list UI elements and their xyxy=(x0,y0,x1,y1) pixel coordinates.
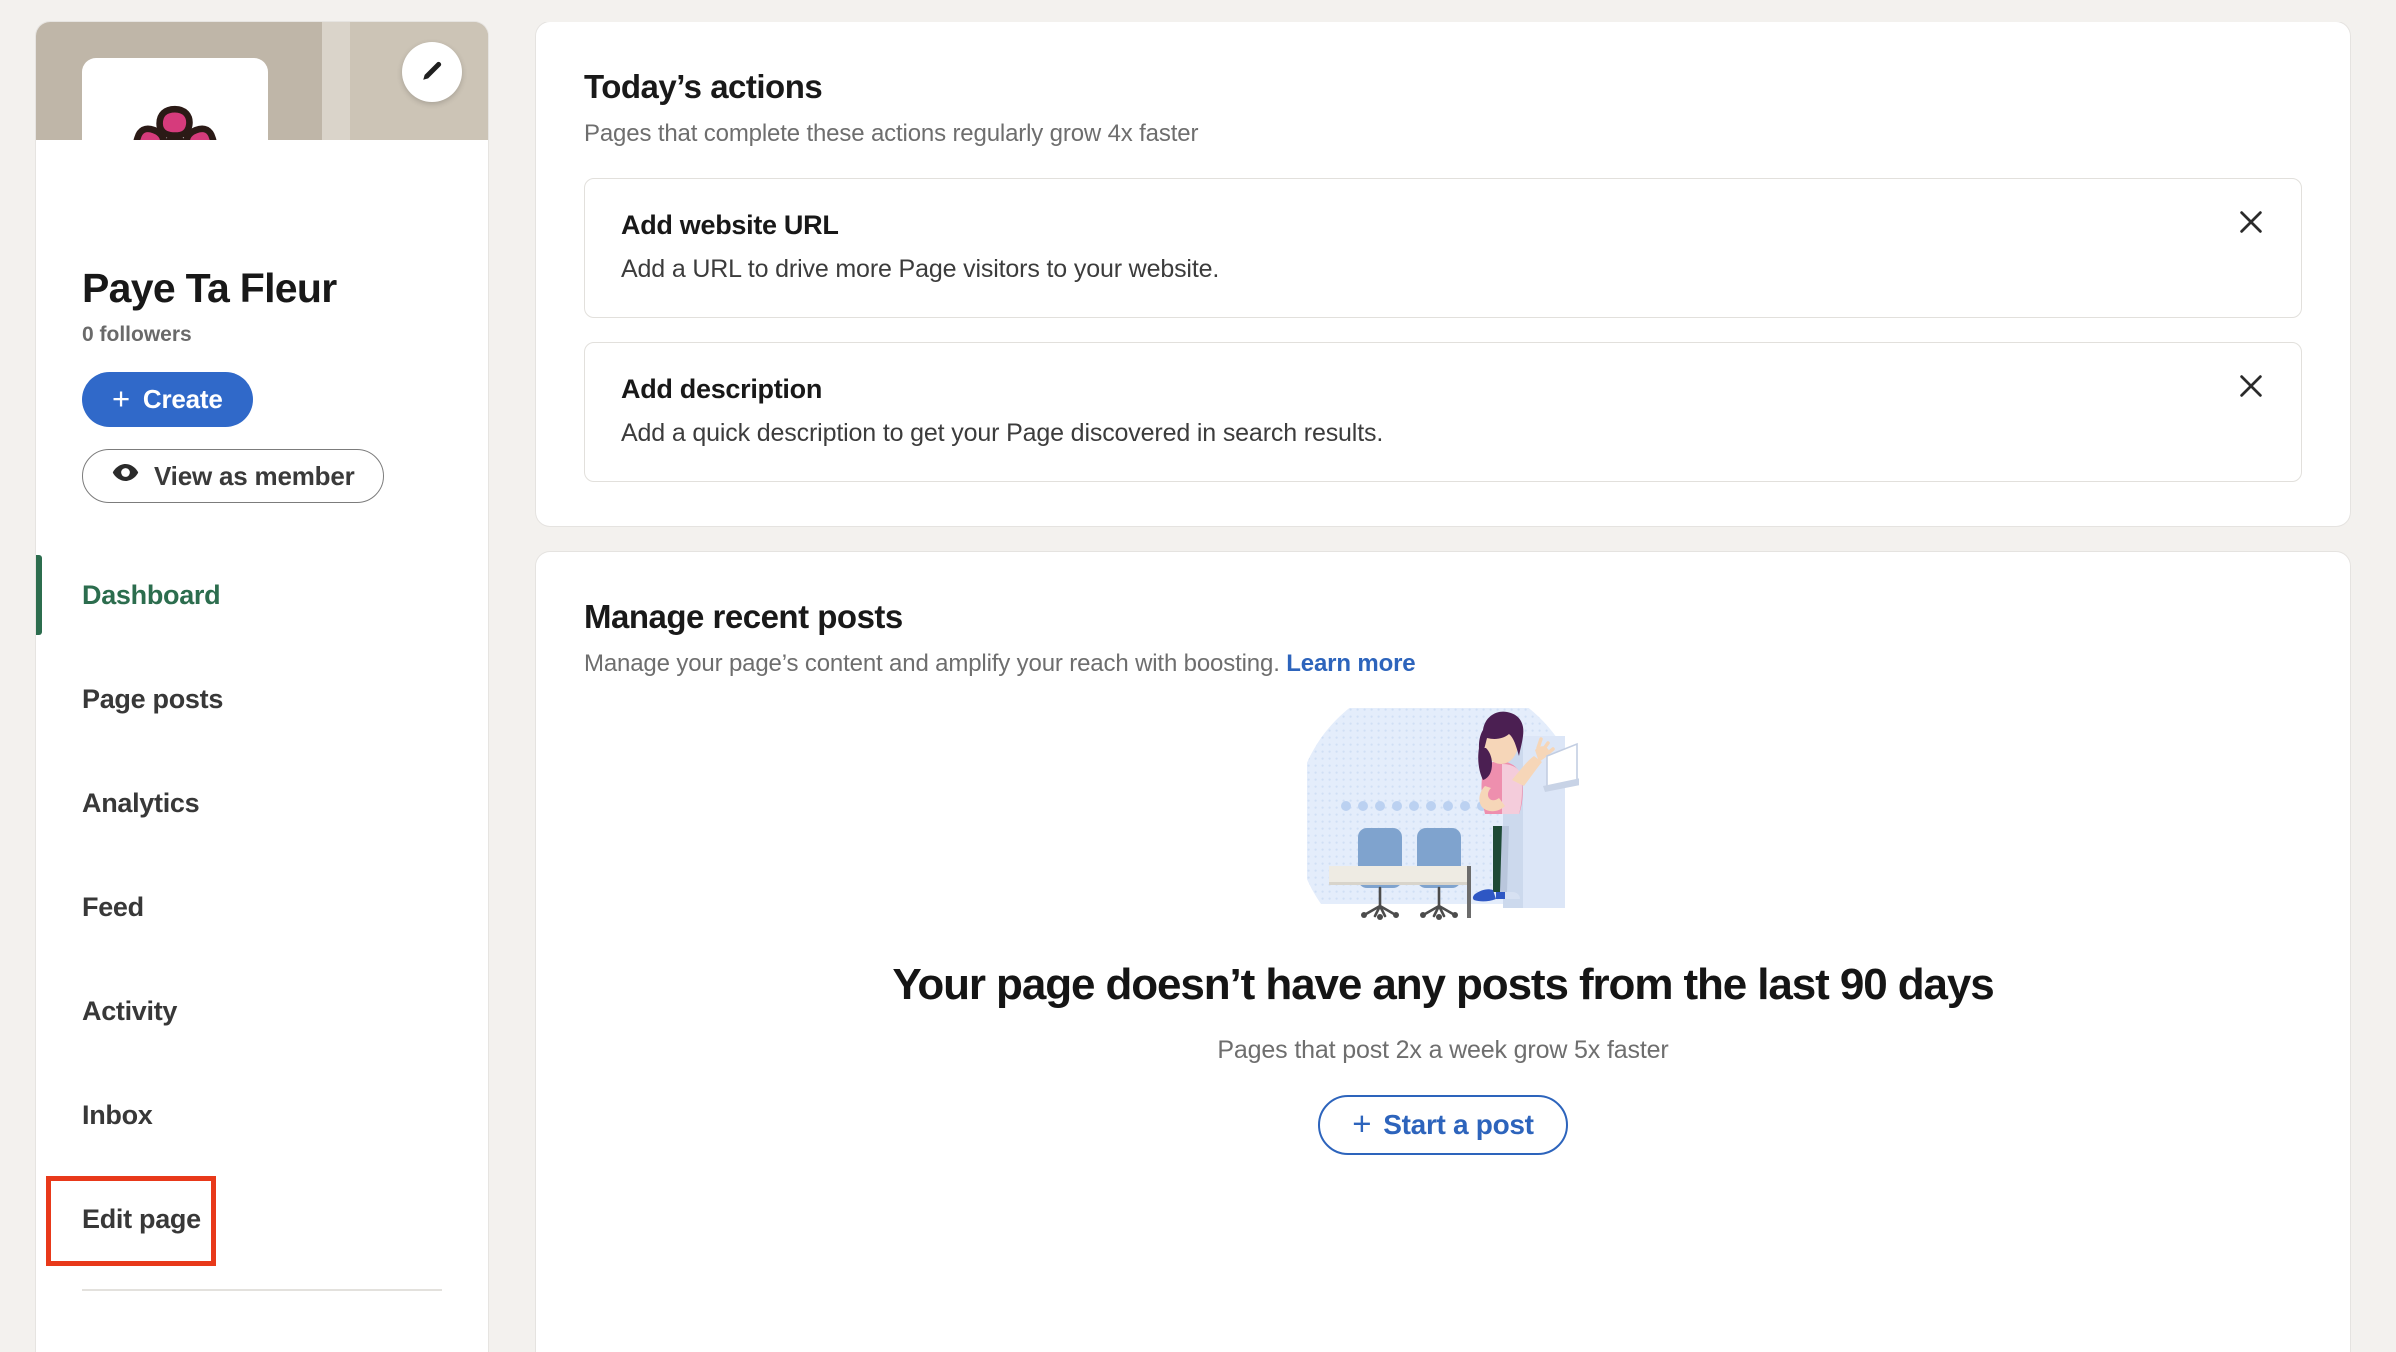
page-title: Paye Ta Fleur xyxy=(82,265,337,311)
learn-more-link[interactable]: Learn more xyxy=(1286,650,1415,677)
empty-state-title: Your page doesn’t have any posts from th… xyxy=(892,960,1994,1009)
sidebar-item-activity[interactable]: Activity xyxy=(36,959,488,1063)
sidebar: Paye Ta Fleur 0 followers + Create View … xyxy=(36,22,488,1352)
action-description: Add a quick description to get your Page… xyxy=(621,419,1384,447)
sidebar-item-analytics[interactable]: Analytics xyxy=(36,751,488,855)
todays-actions-card: Today’s actions Pages that complete thes… xyxy=(536,22,2350,526)
manage-recent-posts-subtitle-text: Manage your page’s content and amplify y… xyxy=(584,650,1280,677)
action-title: Add website URL xyxy=(621,210,839,240)
manage-recent-posts-subtitle: Manage your page’s content and amplify y… xyxy=(584,650,2302,678)
cover-band-light xyxy=(322,22,350,140)
action-item-add-description[interactable]: Add description Add a quick description … xyxy=(584,342,2302,482)
page-root: Paye Ta Fleur 0 followers + Create View … xyxy=(0,0,2396,1352)
cover-photo xyxy=(36,22,488,140)
sidebar-divider xyxy=(82,1289,442,1292)
eye-icon xyxy=(111,458,140,494)
dismiss-add-description-button[interactable] xyxy=(2229,365,2273,409)
create-button-label: Create xyxy=(142,384,223,415)
flower-logo xyxy=(133,105,217,140)
follower-count: 0 followers xyxy=(82,323,192,347)
sidebar-item-feed[interactable]: Feed xyxy=(36,855,488,959)
action-title: Add description xyxy=(621,374,823,404)
sidebar-nav: Dashboard Page posts Analytics Feed Acti… xyxy=(36,543,488,1292)
edit-cover-button[interactable] xyxy=(402,42,462,102)
close-icon xyxy=(2236,371,2266,404)
main-content: Today’s actions Pages that complete thes… xyxy=(488,22,2396,1352)
todays-actions-subtitle: Pages that complete these actions regula… xyxy=(584,120,1199,147)
sidebar-item-label: Page posts xyxy=(82,683,224,714)
posts-empty-state: Your page doesn’t have any posts from th… xyxy=(584,708,2302,1155)
sidebar-item-label: Dashboard xyxy=(82,579,221,610)
sidebar-item-label: Edit page xyxy=(82,1203,201,1234)
sidebar-item-dashboard[interactable]: Dashboard xyxy=(36,543,488,647)
plus-icon: + xyxy=(112,381,130,417)
plus-icon: + xyxy=(1352,1104,1372,1142)
view-as-member-button[interactable]: View as member xyxy=(82,449,384,504)
manage-recent-posts-title: Manage recent posts xyxy=(584,598,903,635)
sidebar-item-label: Activity xyxy=(82,995,178,1026)
dismiss-add-website-url-button[interactable] xyxy=(2229,201,2273,245)
view-as-member-label: View as member xyxy=(154,460,355,491)
create-button[interactable]: + Create xyxy=(82,372,253,428)
close-icon xyxy=(2236,207,2266,240)
start-a-post-label: Start a post xyxy=(1383,1109,1534,1140)
sidebar-item-label: Inbox xyxy=(82,1099,153,1130)
empty-state-subtitle: Pages that post 2x a week grow 5x faster xyxy=(1217,1036,1669,1064)
avatar[interactable] xyxy=(82,58,268,140)
sidebar-item-label: Feed xyxy=(82,891,144,922)
action-item-add-website-url[interactable]: Add website URL Add a URL to drive more … xyxy=(584,178,2302,318)
sidebar-item-page-posts[interactable]: Page posts xyxy=(36,647,488,751)
sidebar-item-edit-page[interactable]: Edit page xyxy=(36,1167,488,1271)
todays-actions-title: Today’s actions xyxy=(584,68,823,105)
manage-recent-posts-card: Manage recent posts Manage your page’s c… xyxy=(536,552,2350,1352)
sidebar-item-label: Analytics xyxy=(82,787,200,818)
action-description: Add a URL to drive more Page visitors to… xyxy=(621,255,1220,283)
action-list: Add website URL Add a URL to drive more … xyxy=(584,178,2302,482)
pencil-icon xyxy=(418,57,446,88)
sidebar-item-inbox[interactable]: Inbox xyxy=(36,1063,488,1167)
start-a-post-button[interactable]: + Start a post xyxy=(1318,1095,1568,1155)
woman-with-laptop-at-desk-illustration xyxy=(1307,708,1579,920)
profile-info: Paye Ta Fleur 0 followers + Create View … xyxy=(36,140,488,504)
